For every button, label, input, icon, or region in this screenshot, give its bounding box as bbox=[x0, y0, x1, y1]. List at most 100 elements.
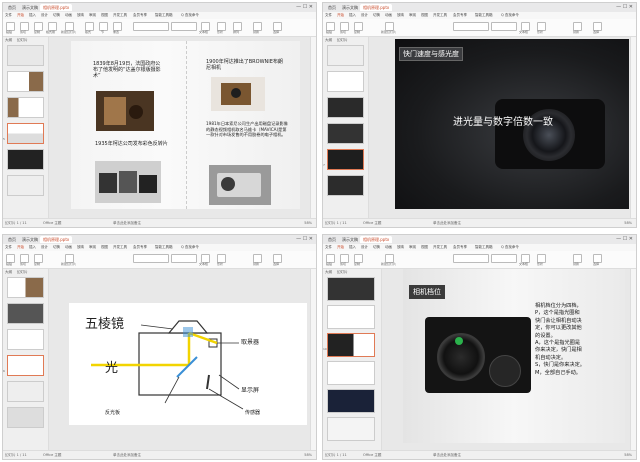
menu-home[interactable]: 开始 bbox=[17, 245, 24, 250]
menu-file[interactable]: 文件 bbox=[325, 245, 332, 250]
menu-developer[interactable]: 开发工具 bbox=[113, 245, 127, 250]
menu-view[interactable]: 视图 bbox=[101, 13, 108, 18]
slide-thumbnail[interactable] bbox=[327, 389, 375, 413]
slide-thumbnail-selected[interactable] bbox=[7, 123, 44, 144]
tab-slides[interactable]: 幻灯片 bbox=[337, 38, 348, 43]
tab-presentation[interactable]: 演示文稿 bbox=[19, 4, 41, 11]
slide-thumbnail[interactable] bbox=[327, 277, 375, 301]
tab-document[interactable]: 相机原理.pptx bbox=[40, 4, 73, 11]
menu-view[interactable]: 视图 bbox=[421, 245, 428, 250]
tab-home[interactable]: 首页 bbox=[5, 4, 19, 11]
paragraph-box[interactable] bbox=[491, 254, 517, 263]
zoom-level[interactable]: 58% bbox=[624, 221, 632, 225]
menu-transition[interactable]: 切换 bbox=[373, 245, 380, 250]
menu-insert[interactable]: 插入 bbox=[29, 245, 36, 250]
notes-placeholder[interactable]: 单击此处添加备注 bbox=[433, 453, 461, 458]
menu-smart-tools[interactable]: 智能工具箱 bbox=[475, 13, 493, 18]
menu-smart-tools[interactable]: 智能工具箱 bbox=[475, 245, 493, 250]
menu-search[interactable]: Q 查找命令 bbox=[181, 245, 199, 250]
slide-thumbnail[interactable] bbox=[327, 305, 375, 329]
slide-thumbnail[interactable] bbox=[327, 97, 364, 118]
menu-review[interactable]: 审阅 bbox=[409, 13, 416, 18]
tab-outline[interactable]: 大纲 bbox=[5, 38, 12, 43]
tab-document[interactable]: 相机原理.pptx bbox=[360, 236, 393, 243]
slide-thumbnail[interactable] bbox=[327, 175, 364, 196]
menu-animation[interactable]: 动画 bbox=[385, 245, 392, 250]
menu-animation[interactable]: 动画 bbox=[65, 245, 72, 250]
menu-smart-tools[interactable]: 智能工具箱 bbox=[155, 245, 173, 250]
window-controls[interactable]: — ☐ ✕ bbox=[616, 236, 633, 242]
menu-insert[interactable]: 插入 bbox=[349, 13, 356, 18]
font-box[interactable] bbox=[133, 254, 169, 263]
menu-animation[interactable]: 动画 bbox=[385, 13, 392, 18]
slide-thumbnail[interactable] bbox=[7, 45, 44, 66]
menu-file[interactable]: 文件 bbox=[325, 13, 332, 18]
menu-file[interactable]: 文件 bbox=[5, 13, 12, 18]
slide-thumbnail-selected[interactable] bbox=[327, 333, 375, 357]
menu-design[interactable]: 设计 bbox=[361, 13, 368, 18]
vertical-scrollbar[interactable] bbox=[310, 37, 316, 219]
vertical-scrollbar[interactable] bbox=[630, 37, 636, 219]
slide-thumbnail-selected[interactable] bbox=[7, 355, 44, 376]
slide[interactable]: 1839年8月19日，法国政府公布了他发明的“达盖尔银版摄影术” 1935年柯达… bbox=[71, 41, 300, 209]
notes-placeholder[interactable]: 单击此处添加备注 bbox=[433, 221, 461, 226]
menu-slideshow[interactable]: 放映 bbox=[77, 13, 84, 18]
slide[interactable]: 相机档位 相机档位分为四档， P，这个是指光圈和 快门会让相机自动决 定，你可以… bbox=[403, 269, 625, 443]
slide-thumbnail[interactable] bbox=[7, 407, 44, 428]
window-controls[interactable]: — ☐ ✕ bbox=[296, 236, 313, 242]
menu-search[interactable]: Q 查找命令 bbox=[181, 13, 199, 18]
zoom-level[interactable]: 58% bbox=[304, 221, 312, 225]
menu-developer[interactable]: 开发工具 bbox=[433, 13, 447, 18]
menu-transition[interactable]: 切换 bbox=[373, 13, 380, 18]
notes-placeholder[interactable]: 单击此处添加备注 bbox=[113, 221, 141, 226]
menu-animation[interactable]: 动画 bbox=[65, 13, 72, 18]
paragraph-box[interactable] bbox=[171, 22, 197, 31]
menu-member[interactable]: 会员专享 bbox=[133, 13, 147, 18]
menu-search[interactable]: Q 查找命令 bbox=[501, 13, 519, 18]
menu-design[interactable]: 设计 bbox=[361, 245, 368, 250]
tab-presentation[interactable]: 演示文稿 bbox=[19, 236, 41, 243]
menu-design[interactable]: 设计 bbox=[41, 13, 48, 18]
menu-review[interactable]: 审阅 bbox=[89, 245, 96, 250]
menu-home[interactable]: 开始 bbox=[337, 13, 344, 18]
tab-home[interactable]: 首页 bbox=[325, 4, 339, 11]
tab-document[interactable]: 相机原理.pptx bbox=[360, 4, 393, 11]
window-controls[interactable]: — ☐ ✕ bbox=[616, 4, 633, 10]
slide-thumbnail[interactable] bbox=[7, 175, 44, 196]
slide-thumbnail[interactable] bbox=[7, 71, 44, 92]
tab-slides[interactable]: 幻灯片 bbox=[17, 38, 28, 43]
slide-thumbnail[interactable] bbox=[7, 277, 44, 298]
notes-placeholder[interactable]: 单击此处添加备注 bbox=[113, 453, 141, 458]
menu-member[interactable]: 会员专享 bbox=[453, 245, 467, 250]
tab-slides[interactable]: 幻灯片 bbox=[17, 270, 28, 275]
vertical-scrollbar[interactable] bbox=[630, 269, 636, 451]
tab-document[interactable]: 相机原理.pptx bbox=[40, 236, 73, 243]
menu-home[interactable]: 开始 bbox=[337, 245, 344, 250]
menu-developer[interactable]: 开发工具 bbox=[113, 13, 127, 18]
slide[interactable]: 快门速度与感光度 进光量与数字倍数一致 bbox=[395, 39, 629, 209]
zoom-level[interactable]: 58% bbox=[304, 453, 312, 457]
tab-presentation[interactable]: 演示文稿 bbox=[339, 236, 361, 243]
slide-thumbnail[interactable] bbox=[327, 45, 364, 66]
slide-thumbnail[interactable] bbox=[7, 97, 44, 118]
tab-home[interactable]: 首页 bbox=[5, 236, 19, 243]
menu-review[interactable]: 审阅 bbox=[409, 245, 416, 250]
tab-outline[interactable]: 大纲 bbox=[325, 38, 332, 43]
slide[interactable]: 五棱镜 光 取景器 显示屏 反光板 传感器 bbox=[69, 303, 307, 425]
menu-transition[interactable]: 切换 bbox=[53, 245, 60, 250]
tab-slides[interactable]: 幻灯片 bbox=[337, 270, 348, 275]
menu-transition[interactable]: 切换 bbox=[53, 13, 60, 18]
slide-thumbnail-selected[interactable] bbox=[327, 149, 364, 170]
vertical-scrollbar[interactable] bbox=[310, 269, 316, 451]
window-controls[interactable]: — ☐ ✕ bbox=[296, 4, 313, 10]
menu-view[interactable]: 视图 bbox=[421, 13, 428, 18]
menu-home[interactable]: 开始 bbox=[17, 13, 24, 18]
slide-thumbnail[interactable] bbox=[327, 71, 364, 92]
tab-home[interactable]: 首页 bbox=[325, 236, 339, 243]
menu-slideshow[interactable]: 放映 bbox=[397, 245, 404, 250]
zoom-level[interactable]: 58% bbox=[624, 453, 632, 457]
menu-slideshow[interactable]: 放映 bbox=[397, 13, 404, 18]
menu-insert[interactable]: 插入 bbox=[29, 13, 36, 18]
slide-thumbnail[interactable] bbox=[327, 123, 364, 144]
menu-insert[interactable]: 插入 bbox=[349, 245, 356, 250]
